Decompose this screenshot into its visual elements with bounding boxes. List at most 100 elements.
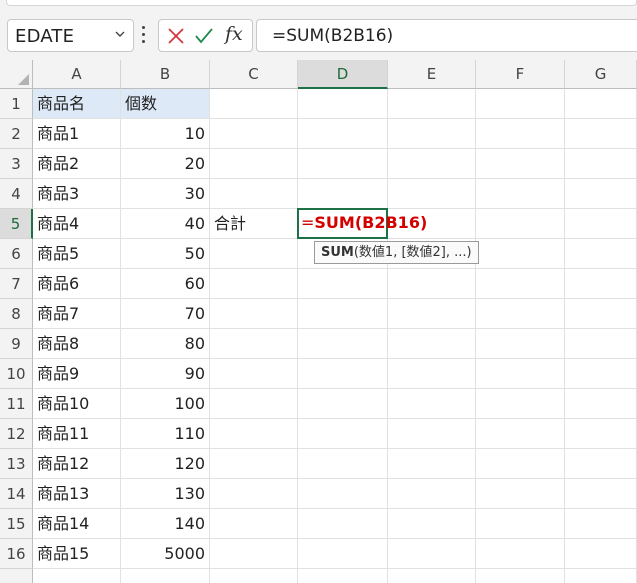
cell[interactable] [210, 479, 298, 509]
cell[interactable]: 10 [121, 119, 210, 149]
cell[interactable]: 100 [121, 389, 210, 419]
cell[interactable]: 商品10 [33, 389, 121, 419]
cell[interactable] [298, 539, 388, 569]
cell[interactable] [210, 569, 298, 583]
cell[interactable] [298, 179, 388, 209]
cell[interactable] [565, 449, 637, 479]
cell[interactable] [388, 449, 476, 479]
cell[interactable]: 商品2 [33, 149, 121, 179]
cell[interactable]: 商品4 [33, 209, 121, 239]
row-header[interactable]: 14 [0, 479, 33, 509]
row-header[interactable]: 4 [0, 179, 33, 209]
cell[interactable]: 商品9 [33, 359, 121, 389]
cell[interactable] [298, 299, 388, 329]
cell[interactable] [476, 479, 565, 509]
cell[interactable] [388, 329, 476, 359]
cell[interactable]: 商品7 [33, 299, 121, 329]
cell[interactable] [388, 359, 476, 389]
cell[interactable]: 商品8 [33, 329, 121, 359]
cell[interactable] [210, 509, 298, 539]
column-header-f[interactable]: F [476, 60, 565, 89]
cell[interactable] [298, 479, 388, 509]
row-header[interactable]: 11 [0, 389, 33, 419]
cell[interactable] [298, 359, 388, 389]
cell[interactable] [298, 449, 388, 479]
cell[interactable] [565, 539, 637, 569]
cell[interactable] [388, 389, 476, 419]
cell[interactable]: 40 [121, 209, 210, 239]
cell[interactable] [565, 89, 637, 119]
cell[interactable] [476, 569, 565, 583]
cell[interactable] [210, 449, 298, 479]
cell[interactable] [298, 569, 388, 583]
cell[interactable]: 5000 [121, 539, 210, 569]
name-box[interactable]: EDATE [7, 19, 134, 52]
cell[interactable]: 商品名 [33, 89, 121, 119]
cell[interactable]: 50 [121, 239, 210, 269]
cell[interactable] [210, 239, 298, 269]
cell[interactable] [476, 419, 565, 449]
column-header-b[interactable]: B [121, 60, 210, 89]
cell[interactable] [298, 269, 388, 299]
check-icon[interactable] [194, 27, 214, 45]
cell[interactable] [388, 539, 476, 569]
column-header-c[interactable]: C [210, 60, 298, 89]
row-header[interactable]: 12 [0, 419, 33, 449]
cell[interactable] [33, 569, 121, 583]
cell[interactable] [298, 89, 388, 119]
cell[interactable] [298, 389, 388, 419]
cell[interactable]: 商品3 [33, 179, 121, 209]
cell[interactable] [476, 539, 565, 569]
cell[interactable]: 140 [121, 509, 210, 539]
cell[interactable] [388, 179, 476, 209]
cell[interactable] [298, 419, 388, 449]
row-header[interactable]: 10 [0, 359, 33, 389]
cell[interactable] [388, 89, 476, 119]
cell[interactable] [565, 509, 637, 539]
fx-icon[interactable]: fx [225, 23, 243, 45]
cell[interactable] [476, 449, 565, 479]
cell[interactable] [210, 119, 298, 149]
cell[interactable] [565, 299, 637, 329]
column-header-g[interactable]: G [565, 60, 637, 89]
cell[interactable]: 商品12 [33, 449, 121, 479]
close-icon[interactable] [167, 27, 185, 45]
cell[interactable] [210, 419, 298, 449]
cell[interactable] [476, 359, 565, 389]
cell[interactable]: 商品15 [33, 539, 121, 569]
row-header[interactable] [0, 569, 33, 583]
row-header[interactable]: 2 [0, 119, 33, 149]
cell[interactable] [476, 329, 565, 359]
row-header[interactable]: 13 [0, 449, 33, 479]
cell[interactable] [565, 329, 637, 359]
cell[interactable] [565, 149, 637, 179]
cell[interactable]: 商品6 [33, 269, 121, 299]
cell[interactable] [476, 209, 565, 239]
cell[interactable] [210, 329, 298, 359]
column-header-d[interactable]: D [298, 60, 388, 89]
cell[interactable] [476, 299, 565, 329]
cell[interactable] [565, 239, 637, 269]
cell[interactable] [388, 419, 476, 449]
cell[interactable] [565, 209, 637, 239]
cell[interactable] [298, 149, 388, 179]
cell[interactable]: 120 [121, 449, 210, 479]
column-header-e[interactable]: E [388, 60, 476, 89]
row-header[interactable]: 1 [0, 89, 33, 119]
cell[interactable] [388, 299, 476, 329]
cell[interactable]: 商品11 [33, 419, 121, 449]
cell[interactable] [210, 359, 298, 389]
cell[interactable]: 80 [121, 329, 210, 359]
formula-input[interactable]: =SUM(B2B16) [256, 19, 637, 52]
cell[interactable] [476, 509, 565, 539]
cell[interactable] [298, 329, 388, 359]
cell[interactable] [388, 269, 476, 299]
cell[interactable] [476, 269, 565, 299]
cell[interactable] [565, 359, 637, 389]
cell[interactable] [388, 149, 476, 179]
cell[interactable]: 60 [121, 269, 210, 299]
cell[interactable] [565, 269, 637, 299]
cell[interactable] [210, 389, 298, 419]
cell[interactable] [476, 149, 565, 179]
cell[interactable] [476, 89, 565, 119]
